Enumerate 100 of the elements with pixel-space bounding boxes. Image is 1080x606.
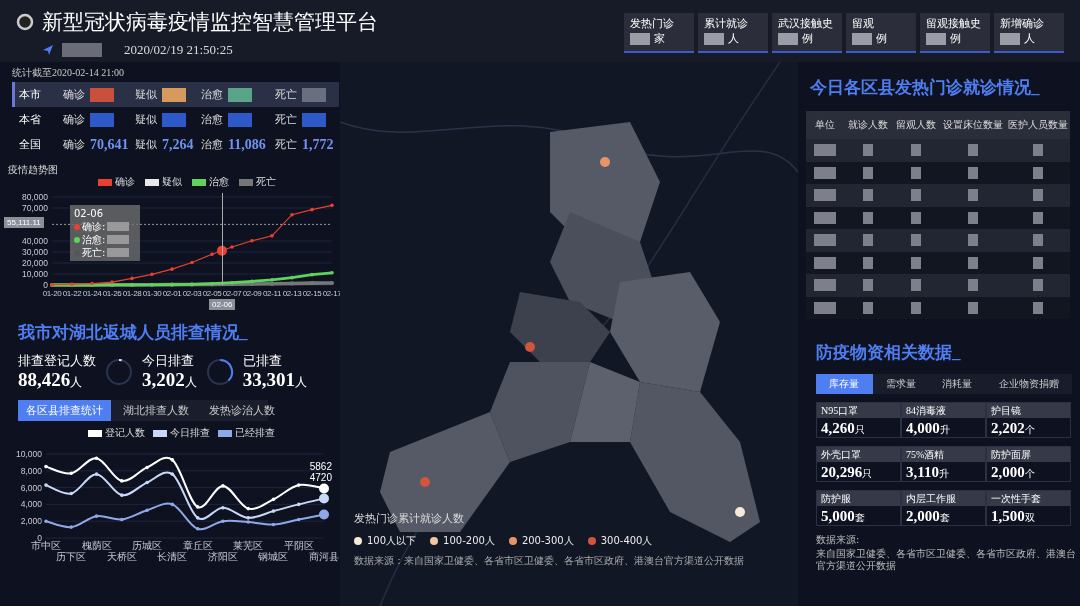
metric-label: 治愈 [201, 87, 223, 102]
stat-label: 已排查 [242, 352, 283, 370]
axis-label: 10,000 [22, 269, 48, 279]
datetime: 2020/02/19 21:50:25 [124, 42, 233, 58]
tooltip-label: 确诊: [82, 220, 106, 233]
axis-label: 01-28 [122, 289, 142, 298]
axis-label: 历城区 [132, 540, 163, 551]
tab[interactable]: 发热诊治人数 [201, 400, 283, 421]
column-header: 设置床位数量 [941, 118, 1004, 132]
supply-label: 防护服 [817, 491, 900, 506]
tab[interactable]: 湖北排查人数 [115, 400, 197, 421]
axis-label: 20,000 [22, 258, 48, 268]
scope-row[interactable]: 本市 确诊 疑似 治愈 死亡 [12, 82, 339, 107]
axis-label: 01-20 [42, 289, 62, 298]
legend-label: 死亡 [256, 175, 276, 189]
axis-label: 02-07 [222, 289, 242, 298]
supply-label: 75%酒精 [902, 447, 985, 462]
tab[interactable]: 企业物资捐赠 [985, 374, 1072, 394]
metric-label: 治愈 [201, 137, 223, 152]
legend-label: 疑似 [162, 175, 182, 189]
card-label: 武汉接触史 [778, 16, 834, 31]
axis-label: 01-24 [82, 289, 102, 298]
card-unit: 人 [1024, 31, 1035, 46]
supply-label: 防护面屏 [987, 447, 1070, 462]
supply-label: 护目镜 [987, 403, 1070, 418]
column-header: 单位 [814, 118, 836, 132]
axis-label: 10,000 [16, 449, 42, 459]
scope-row[interactable]: 全国 确诊 70,641 疑似 7,264 治愈 11,086 死亡 1,772 [12, 132, 339, 157]
stat-label: 今日排查 [142, 352, 195, 370]
axis-label: 02-15 [302, 289, 322, 298]
column-header: 留观人数 [895, 118, 937, 132]
source-note: 来自国家卫健委、各省市区卫健委、各省市区政府、港澳台官方渠道公开数据 [816, 548, 1077, 572]
legend-title: 发热门诊累计就诊人数 [354, 511, 465, 526]
axis-label: 02-09 [242, 289, 262, 298]
supply-label: 内层工作服 [902, 491, 985, 506]
axis-label: 天桥区 [106, 551, 137, 562]
card-label: 累计就诊 [704, 16, 749, 31]
metric-value: 11,086 [228, 136, 266, 153]
app-title: 新型冠状病毒疫情监控智慧管理平台 [42, 9, 378, 36]
legend-label: 200-300人 [521, 534, 574, 548]
legend-label: 100-200人 [443, 534, 495, 548]
stat-value: 3,202人 [142, 370, 197, 392]
axis-label: 长清区 [157, 551, 188, 562]
column-header: 就诊人数 [847, 118, 889, 132]
axis-label: 商河县 [309, 551, 339, 562]
legend-label: 确诊 [115, 175, 135, 189]
stat-value: 33,301人 [242, 370, 307, 392]
axis-label: 70,000 [22, 203, 48, 213]
axis-label: 8,000 [20, 465, 42, 476]
card-label: 留观接触史 [926, 16, 982, 31]
supply-value: 2,202个 [990, 419, 1036, 438]
metric-label: 确诊 [63, 87, 85, 102]
card-label: 新增确诊 [1000, 16, 1045, 31]
metric-label: 疑似 [135, 87, 157, 102]
data-label: 5862 [309, 461, 332, 473]
as-of-text: 统计截至2020-02-14 21:00 [12, 66, 125, 80]
axis-label: 钢城区 [258, 551, 289, 562]
supply-value: 2,000套 [905, 507, 951, 526]
legend-label: 100人以下 [367, 534, 417, 548]
stat-label: 排查登记人数 [18, 352, 96, 370]
axis-label: 01-22 [62, 289, 82, 298]
axis-label: 02-17 [322, 289, 340, 298]
axis-label: 01-30 [142, 289, 162, 298]
card-unit: 人 [728, 31, 739, 46]
supply-value: 1,500双 [990, 507, 1036, 526]
scope-row[interactable]: 本省 确诊 疑似 治愈 死亡 [12, 107, 339, 132]
supply-label: 一次性手套 [987, 491, 1070, 506]
tab[interactable]: 需求量 [872, 374, 929, 394]
supply-label: 84消毒液 [902, 403, 985, 418]
axis-label: 平阴区 [283, 540, 314, 551]
axis-label: 02-13 [282, 289, 302, 298]
tab[interactable]: 消耗量 [929, 374, 986, 394]
axis-label: 莱芜区 [233, 540, 264, 551]
tab[interactable]: 各区县排查统计 [18, 400, 111, 421]
supply-value: 5,000套 [820, 507, 866, 526]
scope-label: 全国 [19, 137, 42, 152]
supply-value: 3,110升 [905, 463, 950, 482]
tooltip-date: 02-06 [74, 207, 105, 220]
supply-value: 2,000个 [990, 463, 1036, 482]
axis-label: 历下区 [56, 551, 87, 562]
legend-label: 今日排查 [170, 426, 210, 440]
axis-label: 4,000 [20, 499, 42, 510]
axis-label: 40,000 [22, 236, 48, 246]
source-label: 数据来源: [816, 534, 861, 546]
source-note: 数据来源：来自国家卫健委、各省市区卫健委、各省市区政府、港澳台官方渠道公开数据 [354, 554, 745, 568]
tooltip-label: 死亡: [82, 246, 106, 259]
section-title: 防疫物资相关数据_ [816, 342, 962, 364]
axis-label: 市中区 [31, 540, 61, 551]
axis-label: 0 [43, 280, 48, 290]
section-title: 今日各区县发热门诊就诊情况_ [810, 77, 1041, 99]
metric-label: 确诊 [63, 112, 85, 127]
legend-label: 登记人数 [105, 426, 145, 440]
pointer-label: 55,111.11 [4, 217, 44, 229]
axis-label: 02-11 [263, 289, 281, 298]
axis-label: 01-26 [102, 289, 122, 298]
tooltip-label: 治愈: [82, 233, 106, 246]
section-title: 我市对湖北返城人员排查情况_ [18, 322, 249, 344]
tab[interactable]: 库存量 [816, 374, 873, 394]
axis-label: 槐荫区 [81, 540, 112, 551]
supply-label: 外壳口罩 [817, 447, 900, 462]
